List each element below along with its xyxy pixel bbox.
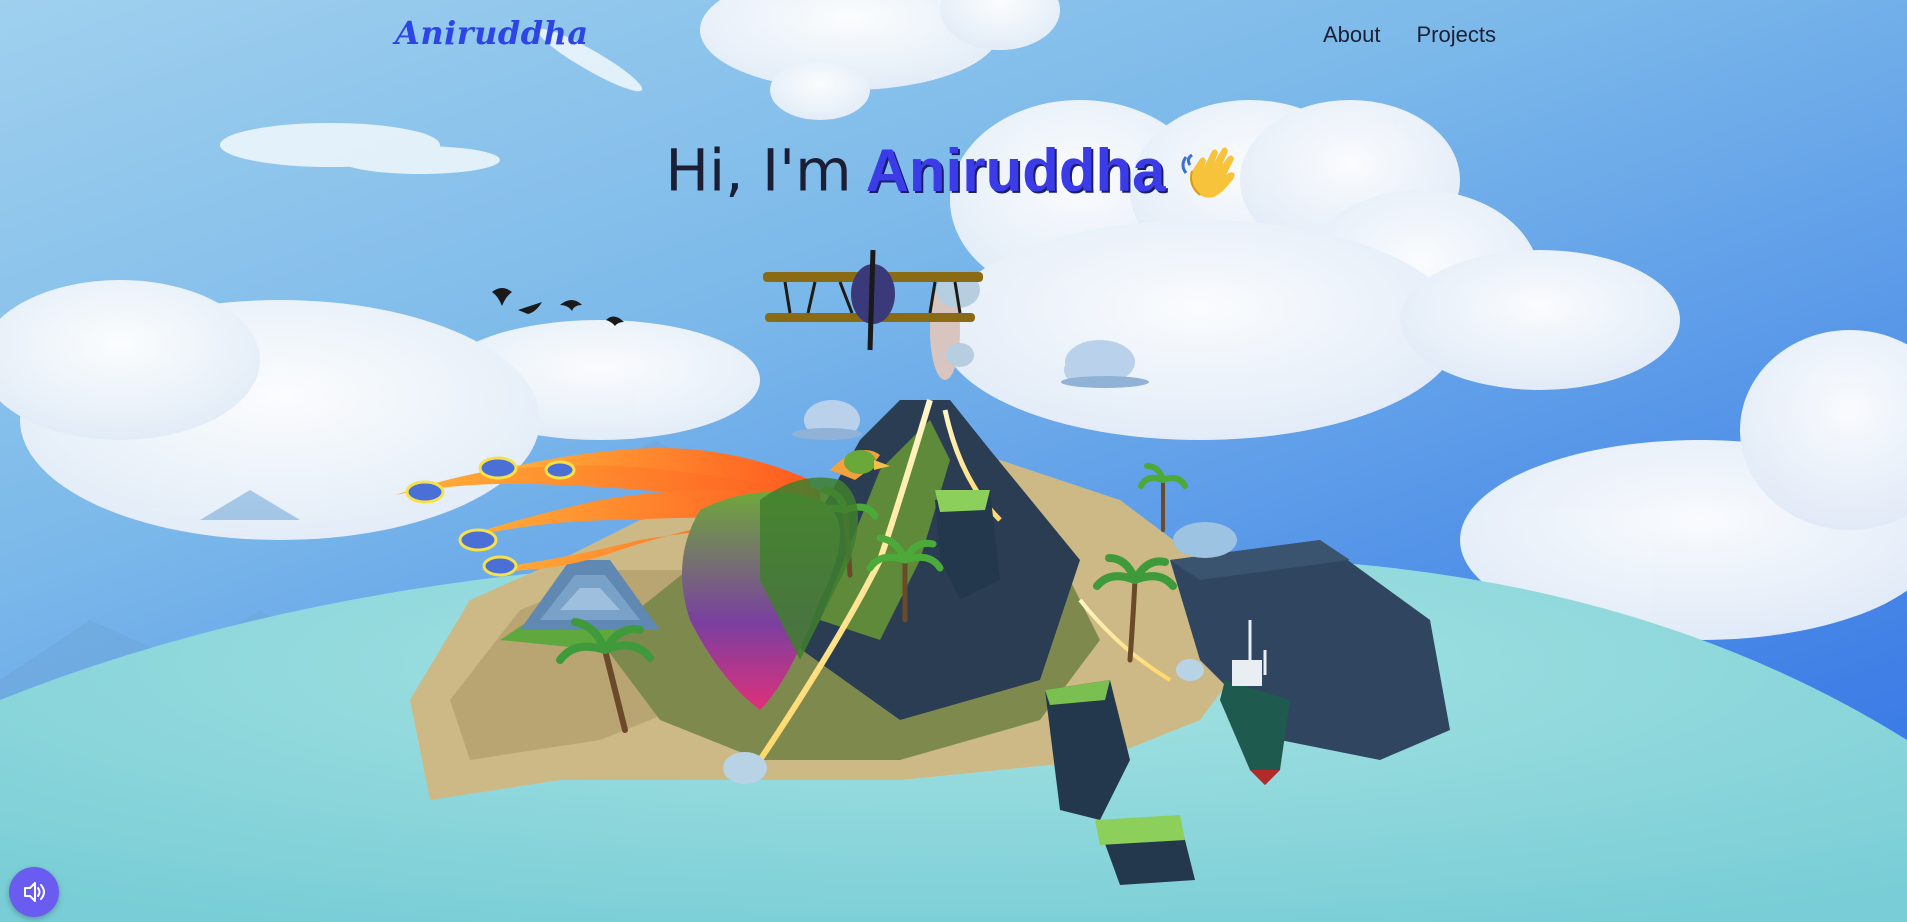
speaker-icon: [24, 882, 45, 902]
nav-link-projects[interactable]: Projects: [1417, 22, 1496, 48]
site-logo[interactable]: Aniruddha: [395, 14, 589, 52]
nav-link-about[interactable]: About: [1323, 22, 1381, 48]
waving-hand-icon: [1181, 146, 1235, 198]
hero-heading: Hi, I'm Aniruddha: [0, 136, 1907, 205]
top-navbar: Aniruddha About Projects: [0, 0, 1907, 74]
hero-greeting: Hi, I'm: [665, 136, 852, 205]
sound-toggle-button[interactable]: [9, 867, 59, 917]
nav-links: About Projects: [1323, 22, 1496, 48]
hero-name: Aniruddha: [865, 137, 1166, 204]
page: Aniruddha About Projects Hi, I'm Aniruddh…: [0, 0, 1907, 922]
